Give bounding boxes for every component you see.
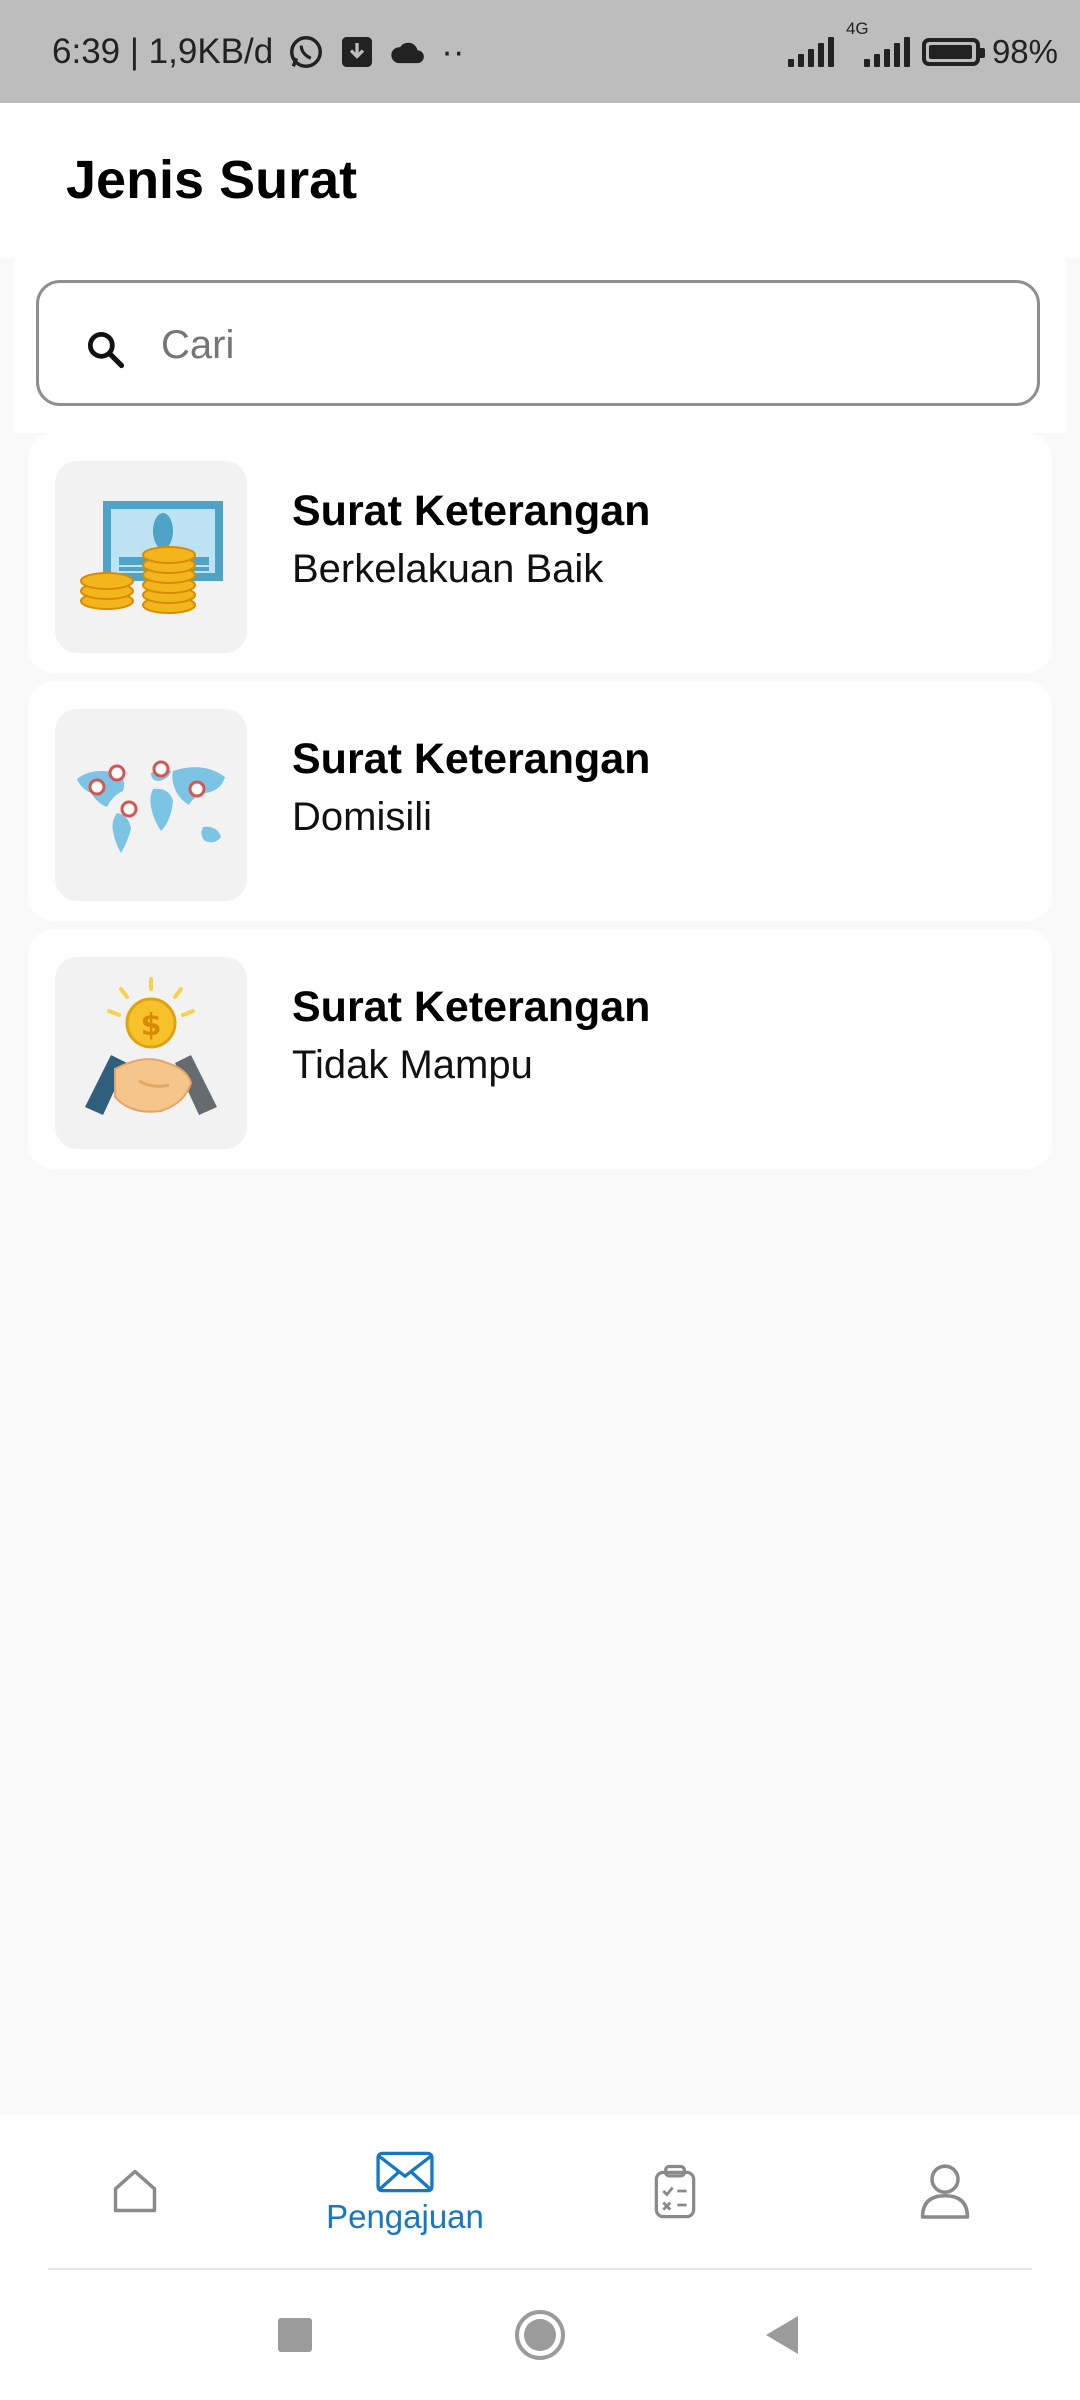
signal-4g-icon: 4G bbox=[846, 19, 910, 67]
system-nav-bar bbox=[0, 2270, 1080, 2400]
nav-pengajuan[interactable]: Pengajuan bbox=[270, 2115, 540, 2270]
handshake-money-icon: $ bbox=[55, 957, 247, 1149]
recents-button[interactable] bbox=[235, 2270, 355, 2400]
home-button[interactable] bbox=[480, 2270, 600, 2400]
list-item-domisili[interactable]: Surat Keterangan Domisili bbox=[28, 681, 1052, 921]
list-item-title: Surat Keterangan bbox=[292, 487, 651, 535]
network-type-label: 4G bbox=[845, 18, 869, 38]
list-item-title: Surat Keterangan bbox=[292, 735, 651, 783]
user-icon bbox=[920, 2163, 970, 2219]
search-section bbox=[14, 258, 1066, 433]
nav-tasks[interactable] bbox=[540, 2115, 810, 2270]
nav-profile[interactable] bbox=[810, 2115, 1080, 2270]
list-item-subtitle: Berkelakuan Baik bbox=[292, 547, 604, 591]
download-box-icon bbox=[339, 34, 375, 70]
app-header: Jenis Surat bbox=[0, 103, 1080, 258]
search-icon bbox=[87, 331, 125, 369]
home-icon bbox=[113, 2169, 157, 2212]
back-button[interactable] bbox=[722, 2270, 842, 2400]
circle-icon bbox=[515, 2310, 565, 2360]
status-bar: 6:39 | 1,9KB/d ·· 4G 98% bbox=[0, 0, 1080, 103]
battery-icon bbox=[921, 37, 985, 66]
list-item-title: Surat Keterangan bbox=[292, 983, 651, 1031]
status-time: 6:39 | 1,9KB/d bbox=[52, 31, 274, 71]
square-icon bbox=[278, 2318, 312, 2352]
whatsapp-icon bbox=[287, 33, 325, 71]
page-title: Jenis Surat bbox=[66, 150, 358, 210]
clipboard-check-icon bbox=[654, 2164, 696, 2218]
search-input[interactable] bbox=[159, 309, 1003, 381]
money-certificate-icon bbox=[55, 461, 247, 653]
list-item-subtitle: Tidak Mampu bbox=[292, 1043, 533, 1087]
nav-pengajuan-label: Pengajuan bbox=[326, 2197, 484, 2235]
list-item-tidak-mampu[interactable]: $ Surat Keterangan Tidak Mampu bbox=[28, 929, 1052, 1169]
status-dots: ·· bbox=[441, 31, 465, 71]
svg-text:$: $ bbox=[141, 1008, 162, 1043]
cloud-icon bbox=[389, 37, 427, 67]
back-triangle-icon bbox=[766, 2316, 798, 2354]
nav-home[interactable] bbox=[0, 2115, 270, 2270]
search-box[interactable] bbox=[36, 280, 1040, 406]
status-right: 4G 98% bbox=[787, 0, 1058, 103]
world-map-icon bbox=[55, 709, 247, 901]
bottom-nav: Pengajuan bbox=[0, 2115, 1080, 2270]
status-left: 6:39 | 1,9KB/d ·· bbox=[52, 0, 465, 103]
list-item-berkelakuan-baik[interactable]: Surat Keterangan Berkelakuan Baik bbox=[28, 433, 1052, 673]
envelope-icon bbox=[376, 2151, 434, 2192]
list-item-subtitle: Domisili bbox=[292, 795, 432, 839]
signal-icon bbox=[787, 36, 834, 67]
battery-percent: 98% bbox=[991, 32, 1058, 70]
letter-type-list: Surat Keterangan Berkelakuan Baik Surat … bbox=[28, 433, 1052, 1177]
